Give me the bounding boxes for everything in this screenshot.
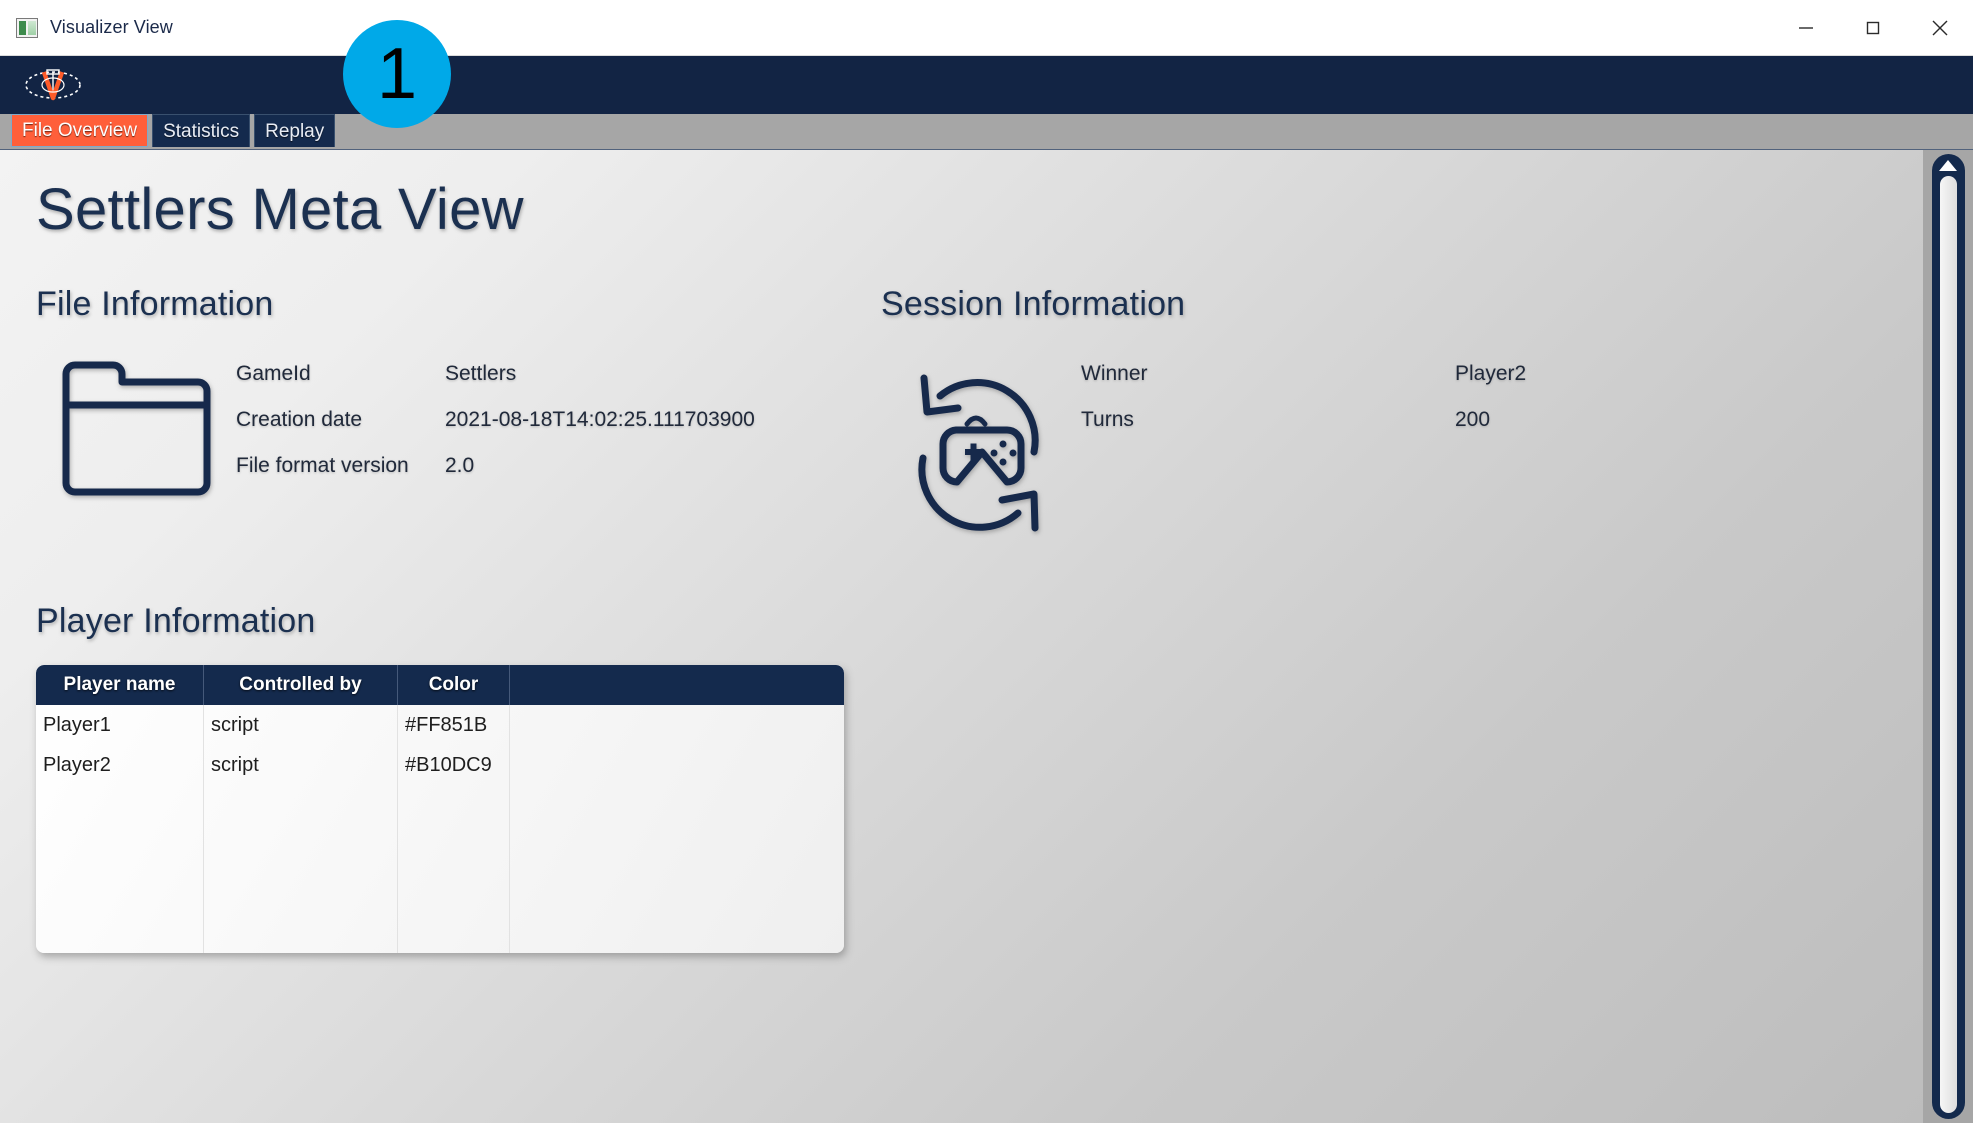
cell-controlled-by: script: [204, 705, 398, 745]
filler-cell: [204, 785, 398, 953]
filler-cell: [510, 785, 844, 953]
scroll-up-arrow-icon[interactable]: [1939, 160, 1957, 171]
file-information-block: GameId Settlers Creation date 2021-08-18…: [36, 346, 881, 502]
title-bar-left: Visualizer View: [0, 17, 173, 38]
annotation-badge-1: 1: [343, 20, 451, 128]
cell-empty: [510, 745, 844, 785]
file-info-key: GameId: [236, 362, 311, 385]
cell-player-name: Player1: [36, 705, 204, 745]
column-header-player-name[interactable]: Player name: [36, 665, 204, 705]
maximize-button[interactable]: [1839, 0, 1906, 55]
minimize-button[interactable]: [1772, 0, 1839, 55]
session-info-value: Player2: [1455, 362, 1527, 385]
close-button[interactable]: [1906, 0, 1973, 55]
page-title: Settlers Meta View: [36, 177, 524, 242]
file-information-section: File Information GameId Settlers Creatio…: [36, 285, 881, 502]
scrollbar-thumb[interactable]: [1939, 176, 1957, 1113]
filler-cell: [36, 785, 204, 953]
vertical-scrollbar[interactable]: [1923, 150, 1973, 1123]
filler-cell: [398, 785, 510, 953]
session-information-heading: Session Information: [881, 285, 1186, 323]
session-information-list: Winner Player2 Turns 200: [1081, 346, 1526, 432]
file-information-heading: File Information: [36, 285, 274, 323]
session-information-section: Session Information Winner Player2 Turns…: [881, 285, 1923, 532]
session-info-value: 200: [1455, 408, 1491, 431]
player-information-heading: Player Information: [36, 602, 316, 640]
visualizer-window: Visualizer View File Overview Statistics…: [0, 0, 1973, 1123]
column-header-color[interactable]: Color: [398, 665, 510, 705]
tab-file-overview[interactable]: File Overview: [11, 114, 149, 147]
visualizer-eye-v-logo: [22, 63, 84, 107]
table-row[interactable]: Player2 script #B10DC9: [36, 745, 844, 785]
table-body: Player1 script #FF851B Player2 script #B…: [36, 705, 844, 953]
title-bar: Visualizer View: [0, 0, 1973, 56]
app-window-icon: [16, 17, 38, 38]
cell-color: #FF851B: [398, 705, 510, 745]
app-header-bar: [0, 56, 1973, 114]
folder-icon: [36, 346, 236, 502]
file-overview-panel: Settlers Meta View File Information Game…: [0, 150, 1923, 1123]
file-info-value: Settlers: [445, 362, 517, 385]
cell-controlled-by: script: [204, 745, 398, 785]
cell-empty: [510, 705, 844, 745]
file-info-value: 2.0: [445, 454, 475, 477]
column-header-empty[interactable]: [510, 665, 844, 705]
table-empty-area: [36, 785, 844, 953]
window-title: Visualizer View: [50, 17, 173, 37]
column-header-controlled-by[interactable]: Controlled by: [204, 665, 398, 705]
player-information-section: Player Information Player name Controlle…: [36, 602, 1923, 953]
file-info-key: Creation date: [236, 408, 363, 431]
info-columns: File Information GameId Settlers Creatio…: [36, 285, 1923, 532]
file-information-list: GameId Settlers Creation date 2021-08-18…: [236, 346, 755, 478]
session-info-key: Turns: [1081, 408, 1134, 431]
tab-statistics[interactable]: Statistics: [152, 114, 251, 147]
cell-player-name: Player2: [36, 745, 204, 785]
table-row[interactable]: Player1 script #FF851B: [36, 705, 844, 745]
tab-replay[interactable]: Replay: [254, 114, 336, 147]
file-info-value: 2021-08-18T14:02:25.111703900: [445, 408, 755, 431]
file-info-key: File format version: [236, 454, 409, 477]
session-information-block: Winner Player2 Turns 200: [881, 346, 1923, 532]
player-table: Player name Controlled by Color Player1 …: [36, 665, 844, 953]
session-info-key: Winner: [1081, 362, 1148, 385]
cell-color: #B10DC9: [398, 745, 510, 785]
scrollbar-track[interactable]: [1931, 154, 1965, 1119]
window-controls: [1772, 0, 1973, 55]
content-wrapper: Settlers Meta View File Information Game…: [0, 149, 1973, 1123]
tab-strip: File Overview Statistics Replay: [0, 114, 1973, 149]
table-header-row: Player name Controlled by Color: [36, 665, 844, 705]
gamepad-replay-icon: [881, 346, 1081, 532]
